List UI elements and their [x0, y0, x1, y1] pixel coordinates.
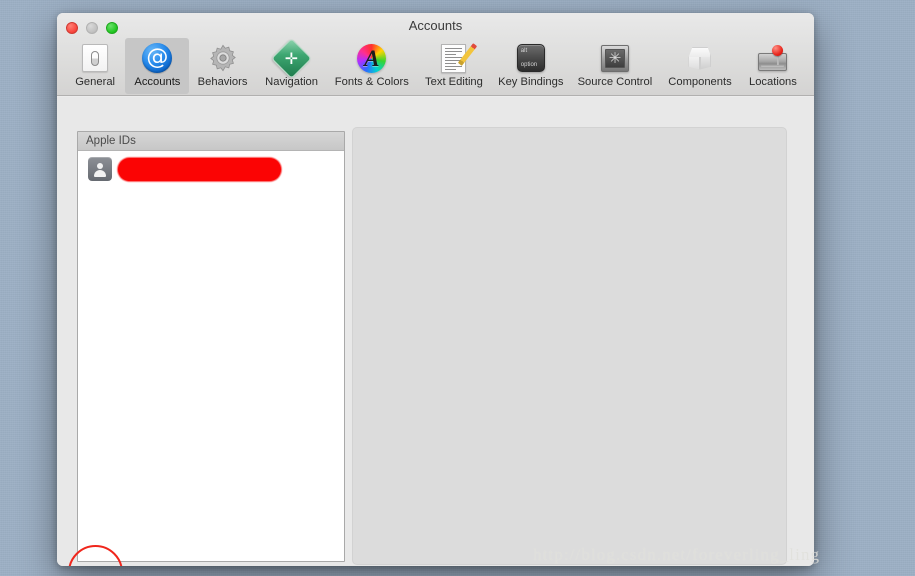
toolbar-item-navigation[interactable]: ✛ Navigation: [256, 37, 328, 94]
toolbar-label-general: General: [75, 76, 116, 88]
desktop-background: http://blog.csdn.net/foreverling_ling Ac…: [0, 0, 915, 576]
safe-vault-icon: ✳: [599, 42, 631, 74]
toolbar-item-components[interactable]: Components: [660, 38, 740, 94]
toolbar-item-source-control[interactable]: ✳ Source Control: [570, 38, 660, 94]
list-item[interactable]: [78, 152, 344, 184]
document-pencil-icon: [438, 42, 478, 74]
cube-icon: [684, 42, 716, 74]
toolbar-label-components: Components: [668, 76, 732, 88]
apple-ids-list[interactable]: [78, 152, 344, 561]
apple-ids-header: Apple IDs: [78, 132, 344, 151]
accounts-pane: Apple IDs + – ⚙: [57, 97, 814, 566]
toolbar-label-text-editing: Text Editing: [425, 76, 483, 88]
person-avatar-icon: [88, 157, 112, 181]
apple-ids-list-panel: Apple IDs: [77, 131, 345, 562]
key-icon-top-label: alt: [520, 48, 528, 54]
watermark-text: http://blog.csdn.net/foreverling_ling: [533, 545, 821, 564]
window-title: Accounts: [408, 18, 463, 33]
toolbar-label-fonts-and-colors: Fonts & Colors: [334, 76, 409, 88]
key-icon-bottom-label: option: [520, 62, 538, 68]
redacted-account-name: [118, 157, 281, 181]
preferences-window: Accounts General @ Accounts Behaviors ✛ …: [57, 13, 814, 566]
list-footer-toolbar: + – ⚙: [77, 562, 345, 566]
toolbar-item-locations[interactable]: Locations: [740, 38, 806, 94]
at-sign-icon: @: [141, 42, 173, 74]
navigation-arrows-icon: ✛: [271, 37, 313, 79]
toolbar-item-key-bindings[interactable]: alt option Key Bindings: [492, 38, 570, 94]
toolbar-item-fonts-and-colors[interactable]: A Fonts & Colors: [328, 38, 416, 94]
toolbar-item-behaviors[interactable]: Behaviors: [189, 38, 255, 94]
gear-icon: [207, 42, 239, 74]
toolbar-label-source-control: Source Control: [577, 76, 653, 88]
account-detail-panel: [352, 127, 787, 565]
hard-drive-pin-icon: [757, 42, 789, 74]
color-wheel-a-icon: A: [356, 42, 388, 74]
toolbar-label-locations: Locations: [748, 76, 797, 88]
toolbar-item-general[interactable]: General: [65, 38, 125, 94]
window-titlebar: Accounts General @ Accounts Behaviors ✛ …: [57, 13, 814, 96]
toolbar-label-key-bindings: Key Bindings: [498, 76, 564, 88]
toolbar-item-accounts[interactable]: @ Accounts: [125, 38, 190, 94]
toolbar-label-behaviors: Behaviors: [197, 76, 248, 88]
general-toggle-icon: [79, 42, 111, 74]
preferences-toolbar: General @ Accounts Behaviors ✛ Navigatio…: [65, 37, 806, 96]
toolbar-label-accounts: Accounts: [134, 76, 181, 88]
toolbar-item-text-editing[interactable]: Text Editing: [416, 38, 492, 94]
keyboard-key-icon: alt option: [515, 42, 547, 74]
